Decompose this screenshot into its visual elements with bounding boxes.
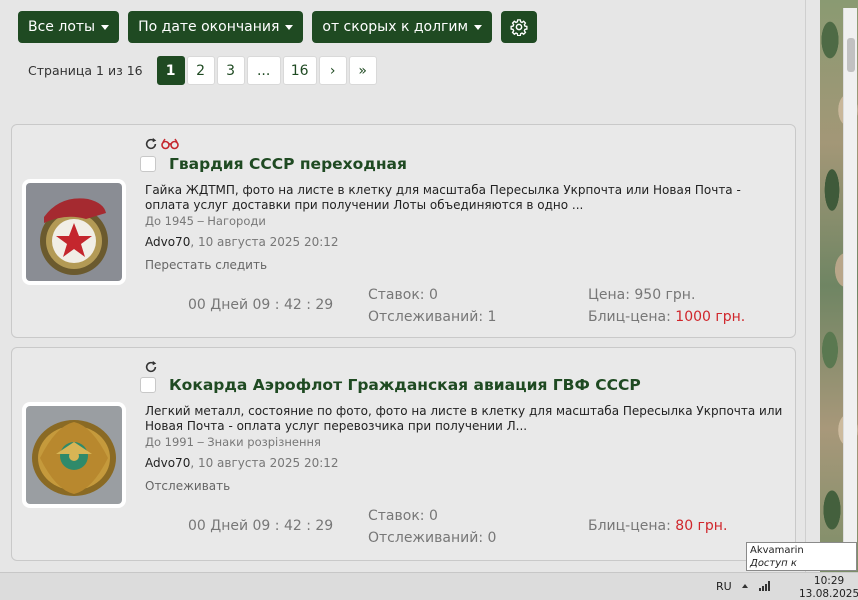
- page-link-2[interactable]: 2: [186, 56, 215, 85]
- seller-link[interactable]: Advo70: [145, 456, 190, 470]
- lot-description: Гайка ЖДТМП, фото на листе в клетку для …: [145, 183, 741, 212]
- vertical-scrollbar[interactable]: [843, 8, 857, 570]
- sort-dropdown[interactable]: По дате окончания: [128, 11, 304, 43]
- blitz-value: 1000 грн.: [675, 309, 746, 325]
- lot-card: Кокарда Аэрофлот Гражданская авиация ГВФ…: [11, 347, 796, 561]
- lots-filter-label: Все лоты: [28, 19, 96, 35]
- lots-filter-dropdown[interactable]: Все лоты: [18, 11, 120, 43]
- filter-toolbar: Все лоты По дате окончания от скорых к д…: [18, 11, 538, 43]
- refresh-icon: [145, 360, 157, 373]
- browser-content: Все лоты По дате окончания от скорых к д…: [0, 0, 806, 572]
- binoculars-icon: [161, 138, 179, 150]
- lot-card: Гвардия СССР переходная Гайка ЖДТМП, фот…: [11, 124, 796, 338]
- watch-link[interactable]: Отслеживать: [145, 479, 230, 493]
- lot-period[interactable]: До 1991: [145, 435, 194, 449]
- pagination: Страница 1 из 16 1 2 3 ... 16 › »: [28, 56, 379, 85]
- lot-watchers: Отслеживаний: 0: [368, 530, 497, 546]
- clock[interactable]: 10:29 13.08.2025: [799, 575, 858, 600]
- seller-link[interactable]: Advo70: [145, 235, 190, 249]
- unwatch-link[interactable]: Перестать следить: [145, 258, 267, 272]
- lot-timer: 00 Дней 09 : 42 : 29: [188, 518, 334, 534]
- order-dropdown[interactable]: от скорых к долгим: [312, 11, 493, 43]
- page-link-3[interactable]: 3: [216, 56, 245, 85]
- network-signal-icon[interactable]: [759, 581, 770, 591]
- lot-bids: Ставок: 0: [368, 287, 438, 303]
- lot-blitz-price: Блиц-цена: 1000 грн.: [588, 309, 746, 325]
- caret-down-icon: [285, 24, 294, 30]
- page-link-1[interactable]: 1: [156, 56, 185, 85]
- lot-price: Цена: 950 грн.: [588, 287, 696, 303]
- caret-down-icon: [474, 24, 483, 30]
- lot-blitz-price: Блиц-цена: 80 грн.: [588, 518, 728, 534]
- order-label: от скорых к долгим: [322, 19, 469, 35]
- lot-title-link[interactable]: Гвардия СССР переходная: [169, 155, 407, 173]
- clock-time: 10:29: [813, 575, 845, 587]
- lot-checkbox[interactable]: [140, 377, 156, 393]
- lot-watchers: Отслеживаний: 1: [368, 309, 497, 325]
- blitz-value: 80 грн.: [675, 518, 728, 534]
- page-ellipsis: ...: [246, 56, 281, 85]
- page-info: Страница 1 из 16: [28, 63, 143, 78]
- tray-expand-icon[interactable]: [742, 584, 748, 588]
- lot-date: , 10 августа 2025 20:12: [190, 456, 339, 470]
- lot-description: Легкий металл, состояние по фото, фото н…: [145, 404, 783, 433]
- lot-date: , 10 августа 2025 20:12: [190, 235, 339, 249]
- caret-down-icon: [101, 24, 110, 30]
- clock-date: 13.08.2025: [799, 588, 858, 600]
- lot-period[interactable]: До 1945: [145, 214, 194, 228]
- lot-category[interactable]: Нагороди: [207, 214, 266, 228]
- refresh-icon: [145, 137, 157, 150]
- lot-thumbnail[interactable]: [22, 402, 126, 508]
- lot-bids: Ставок: 0: [368, 508, 438, 524]
- lot-checkbox[interactable]: [140, 156, 156, 172]
- page-next[interactable]: ›: [318, 56, 347, 85]
- lot-category[interactable]: Знаки розрізнення: [207, 435, 321, 449]
- gear-icon: [510, 19, 528, 36]
- network-name: Akvamarin: [750, 545, 804, 556]
- badge-image: [26, 183, 122, 281]
- network-tooltip: Akvamarin Доступ к Интернету: [746, 542, 857, 582]
- sort-label: По дате окончания: [138, 19, 280, 35]
- scrollbar-thumb[interactable]: [847, 38, 855, 72]
- lot-timer: 00 Дней 09 : 42 : 29: [188, 297, 334, 313]
- taskbar: RU 10:29 13.08.2025: [0, 572, 858, 600]
- lot-thumbnail[interactable]: [22, 179, 126, 285]
- lot-title-link[interactable]: Кокарда Аэрофлот Гражданская авиация ГВФ…: [169, 376, 641, 394]
- language-indicator[interactable]: RU: [716, 580, 732, 593]
- cockade-image: [26, 406, 122, 504]
- settings-button[interactable]: [501, 11, 538, 43]
- page-link-16[interactable]: 16: [282, 56, 317, 85]
- page-last[interactable]: »: [348, 56, 377, 85]
